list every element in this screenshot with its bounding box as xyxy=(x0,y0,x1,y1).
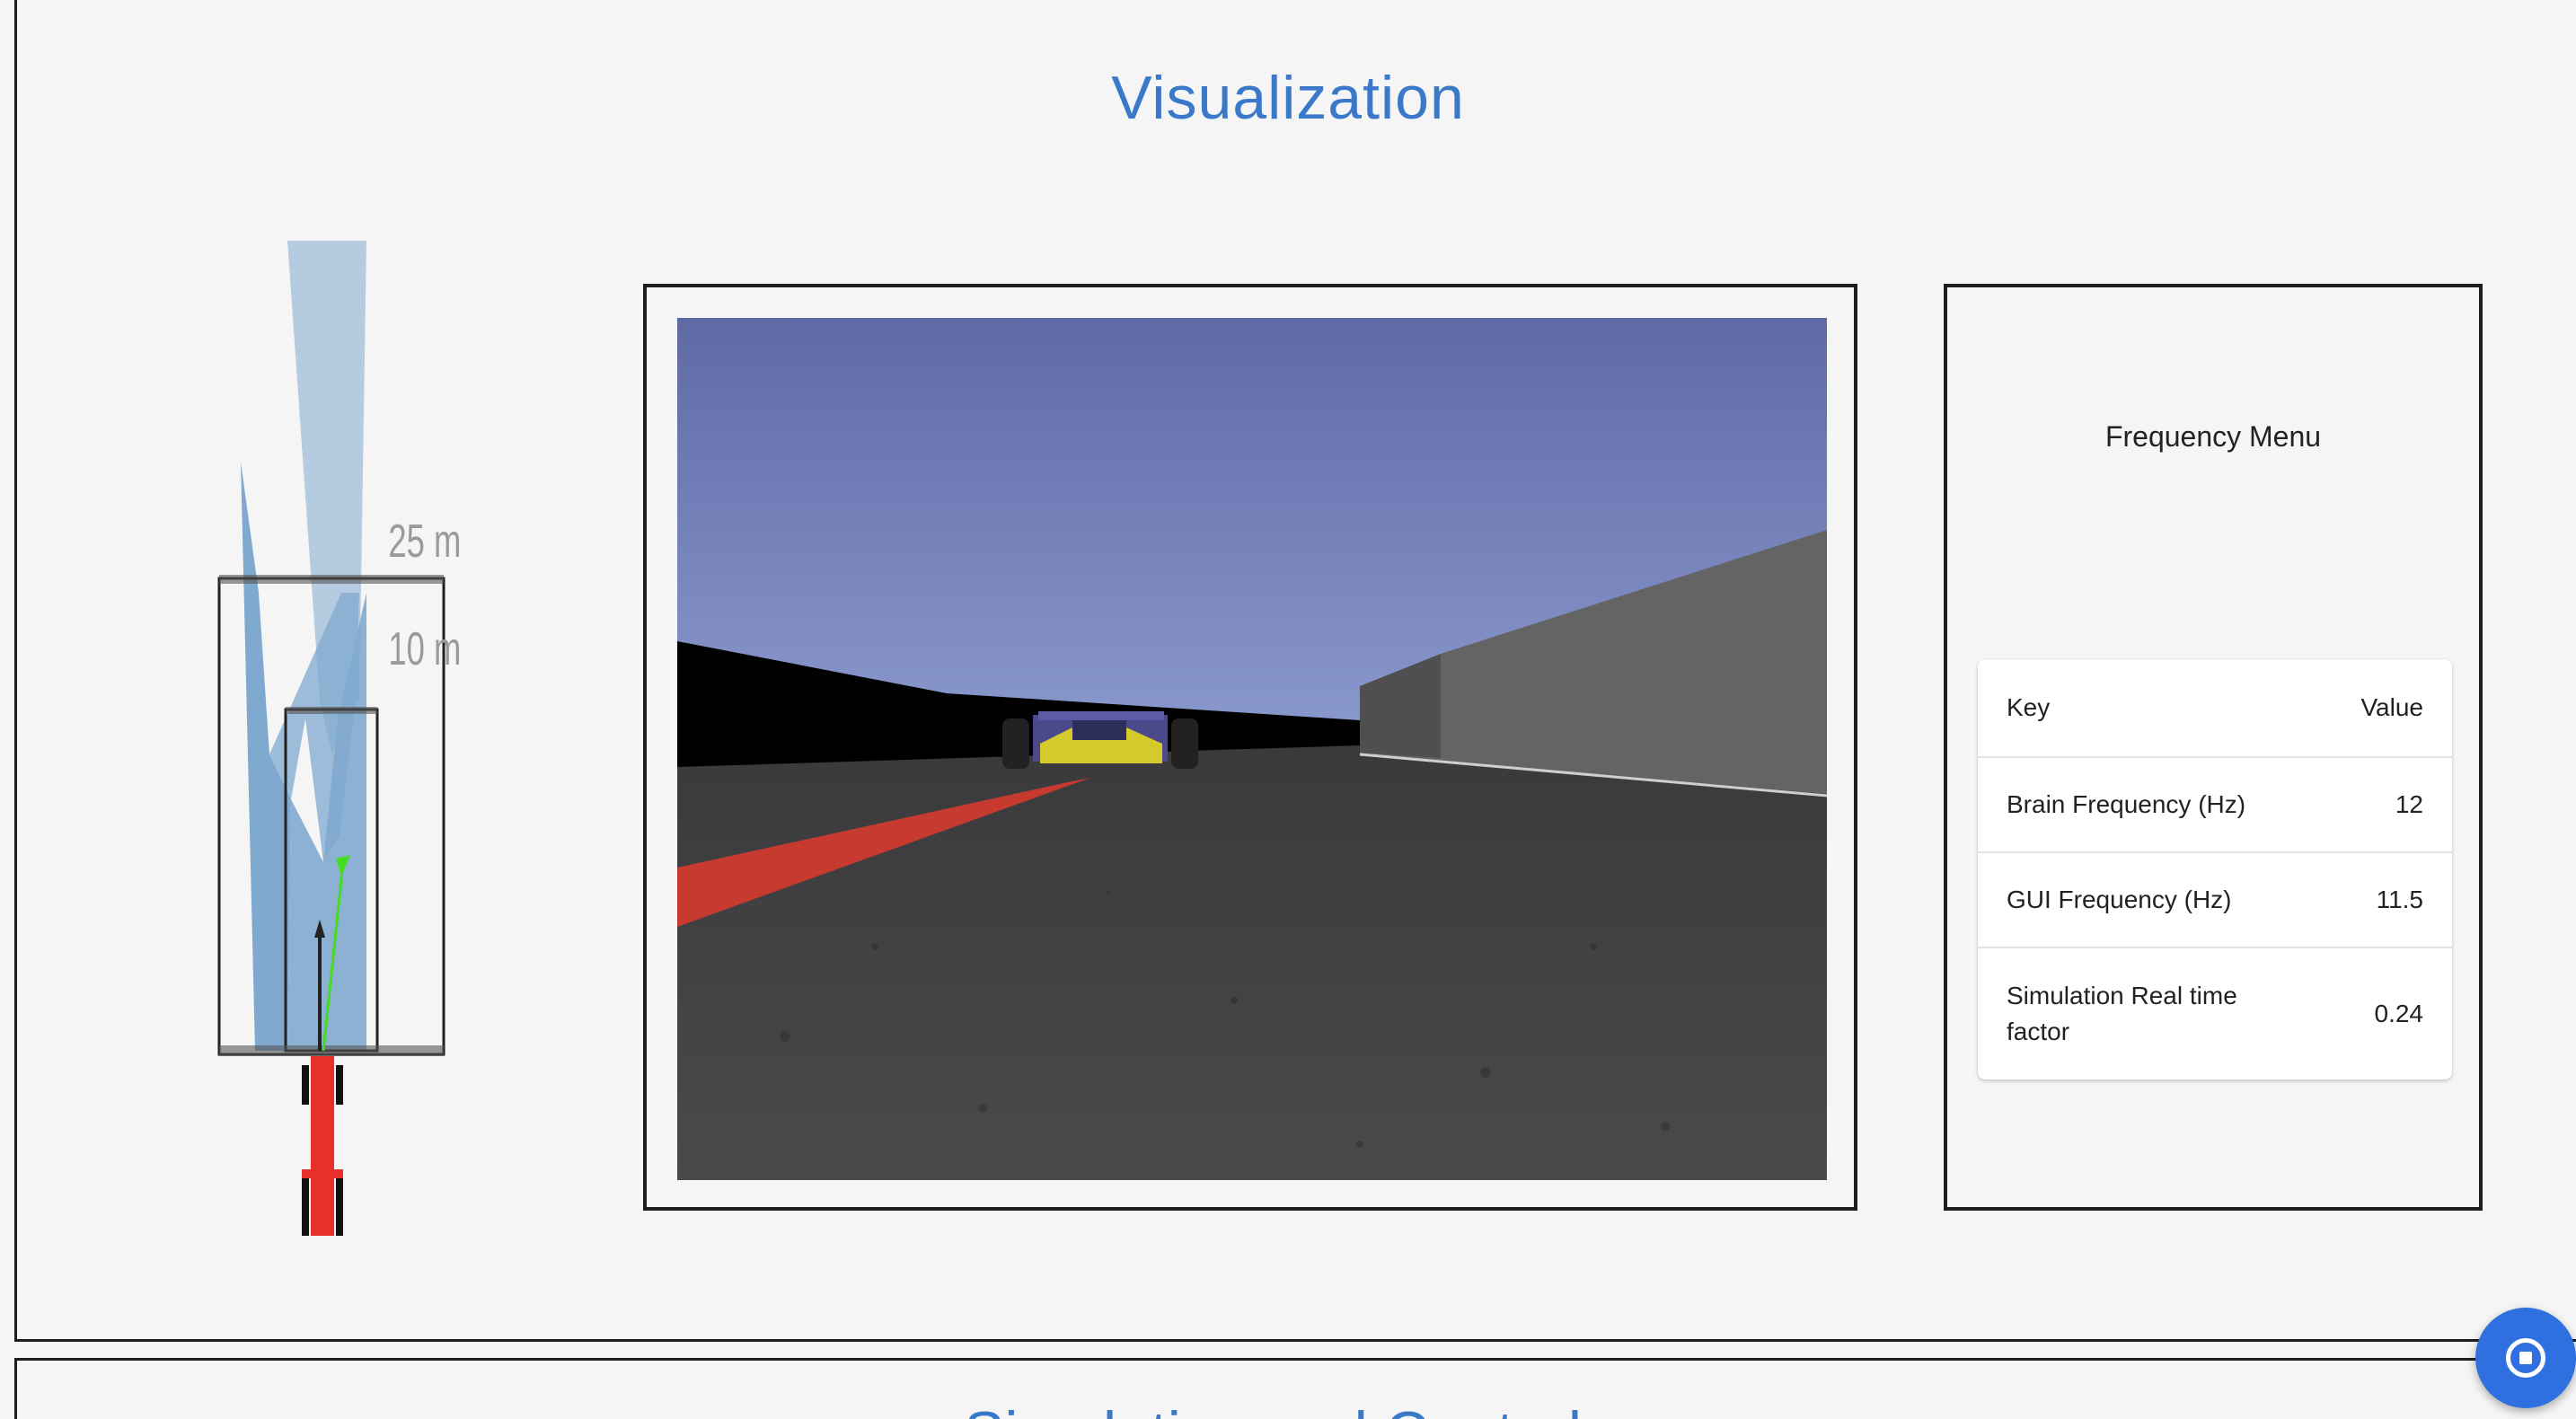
row-key: Brain Frequency (Hz) xyxy=(2007,790,2246,818)
row-value: 0.24 xyxy=(2374,1000,2424,1027)
lidar-scan-beams xyxy=(241,241,366,1051)
table-row: GUI Frequency (Hz) 11.5 xyxy=(1978,853,2452,948)
frequency-menu-title: Frequency Menu xyxy=(2104,420,2322,453)
frequency-table: Key Value Brain Frequency (Hz) 12 GUI Fr… xyxy=(1978,659,2452,1080)
row-key: Simulation Real time factor xyxy=(2007,982,2237,1045)
column-header-value: Value xyxy=(2360,693,2423,721)
table-row: Simulation Real time factor 0.24 xyxy=(1978,948,2452,1080)
frequency-menu-panel: Frequency Menu Key Value Brain Frequency… xyxy=(1944,284,2483,1211)
page: Visualization 25 m 10 m Frequency Menu K… xyxy=(0,0,2576,1419)
simulation-controls-title: Simulation and Controls xyxy=(0,1397,2576,1419)
visualization-title: Visualization xyxy=(1111,64,1465,132)
range-label-near: 10 m xyxy=(388,621,461,674)
camera-view-frame xyxy=(643,284,1857,1211)
row-value: 12 xyxy=(2395,790,2423,818)
row-value: 11.5 xyxy=(2376,886,2423,913)
row-key: GUI Frequency (Hz) xyxy=(2007,886,2232,913)
lidar-view: 25 m 10 m xyxy=(180,216,539,1257)
car-icon xyxy=(302,1056,343,1236)
table-header-row: Key Value xyxy=(1978,659,2452,758)
camera-image xyxy=(677,318,1827,1180)
stop-button[interactable] xyxy=(2475,1308,2576,1408)
table-row: Brain Frequency (Hz) 12 xyxy=(1978,758,2452,853)
stop-circle-icon xyxy=(2506,1338,2545,1378)
range-label-far: 25 m xyxy=(388,514,461,567)
column-header-key: Key xyxy=(2007,693,2051,721)
